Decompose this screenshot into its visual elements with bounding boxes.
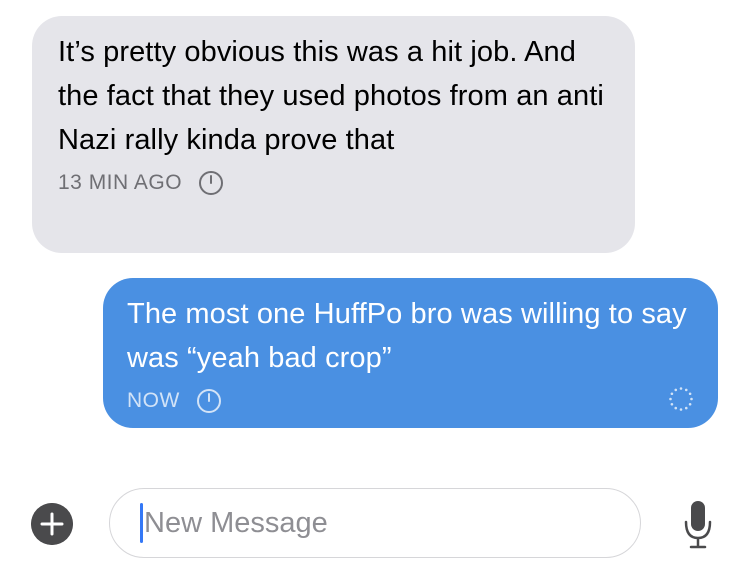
timer-icon	[199, 171, 224, 195]
new-message-input[interactable]: New Message	[109, 488, 641, 558]
text-caret	[140, 503, 143, 543]
message-timestamp: 13 MIN AGO	[58, 171, 183, 194]
input-placeholder: New Message	[144, 507, 328, 539]
message-timestamp: NOW	[127, 389, 180, 412]
conversation-screen: It’s pretty obvious this was a hit job. …	[0, 0, 748, 570]
add-attachment-button[interactable]	[31, 503, 73, 545]
microphone-icon[interactable]	[681, 498, 715, 552]
incoming-message-bubble[interactable]: It’s pretty obvious this was a hit job. …	[32, 16, 635, 253]
message-meta: 13 MIN AGO	[58, 166, 609, 200]
outgoing-message-bubble[interactable]: The most one HuffPo bro was willing to s…	[103, 278, 718, 428]
sending-spinner-icon	[669, 387, 693, 411]
message-meta: NOW	[127, 384, 694, 418]
timer-icon	[196, 389, 221, 413]
message-text: It’s pretty obvious this was a hit job. …	[58, 36, 604, 156]
message-text: The most one HuffPo bro was willing to s…	[127, 298, 687, 374]
